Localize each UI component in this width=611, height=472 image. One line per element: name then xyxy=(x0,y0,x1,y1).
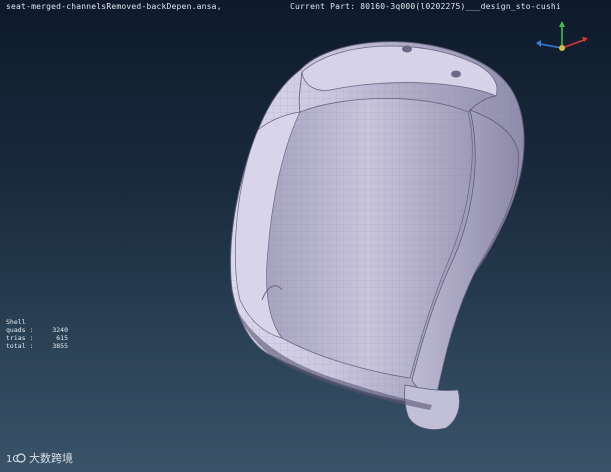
axis-x-line xyxy=(561,39,585,49)
mesh-statistics-panel: Shell quads : 3240 trias : 615 total : 3… xyxy=(6,318,68,350)
axis-z-line xyxy=(539,43,563,49)
headrest-hole-left xyxy=(402,45,412,53)
watermark-logo-icon: 1C xyxy=(6,453,26,465)
stats-label: total : xyxy=(6,342,34,350)
headrest-hole-right xyxy=(451,70,461,78)
axis-origin xyxy=(559,45,565,51)
axis-triad-icon xyxy=(536,21,588,51)
watermark-text: 大数跨境 xyxy=(29,452,73,465)
stats-label: quads : xyxy=(6,326,34,334)
stats-row-quads: quads : 3240 xyxy=(6,326,68,334)
seat-back-mesh-model[interactable] xyxy=(0,0,611,472)
stats-value: 615 xyxy=(56,334,68,342)
stats-row-total: total : 3855 xyxy=(6,342,68,350)
stats-label: trias : xyxy=(6,334,34,342)
seat-back-lower-flap xyxy=(404,384,460,430)
stats-row-trias: trias : 615 xyxy=(6,334,68,342)
graphics-viewport[interactable]: seat-merged-channelsRemoved-backDepen.an… xyxy=(0,0,611,472)
stats-value: 3240 xyxy=(52,326,68,334)
stats-value: 3855 xyxy=(52,342,68,350)
stats-title: Shell xyxy=(6,318,26,326)
watermark: 1C 大数跨境 xyxy=(6,450,73,466)
